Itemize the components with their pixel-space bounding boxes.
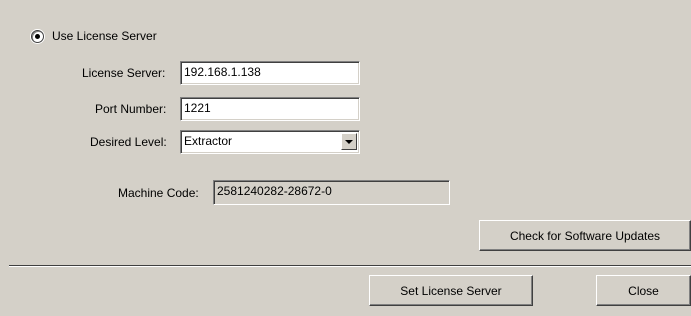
machine-code-label: Machine Code: <box>118 186 199 200</box>
desired-level-value: Extractor <box>184 134 233 148</box>
set-license-server-button[interactable]: Set License Server <box>369 275 533 306</box>
license-server-input[interactable]: 192.168.1.138 <box>180 61 360 85</box>
port-number-input[interactable]: 1221 <box>180 97 360 121</box>
check-software-updates-button[interactable]: Check for Software Updates <box>479 220 691 251</box>
desired-level-label: Desired Level: <box>90 135 167 149</box>
close-button[interactable]: Close <box>596 275 691 306</box>
license-server-label: License Server: <box>82 66 166 80</box>
chevron-down-icon[interactable] <box>341 133 357 150</box>
desired-level-select[interactable]: Extractor <box>180 130 360 154</box>
machine-code-field: 2581240282-28672-0 <box>213 180 450 205</box>
footer-separator-line <box>9 265 691 266</box>
port-number-label: Port Number: <box>95 102 167 116</box>
radio-selected-dot <box>35 34 40 39</box>
use-license-server-label[interactable]: Use License Server <box>52 29 157 43</box>
use-license-server-radio[interactable] <box>31 30 44 43</box>
